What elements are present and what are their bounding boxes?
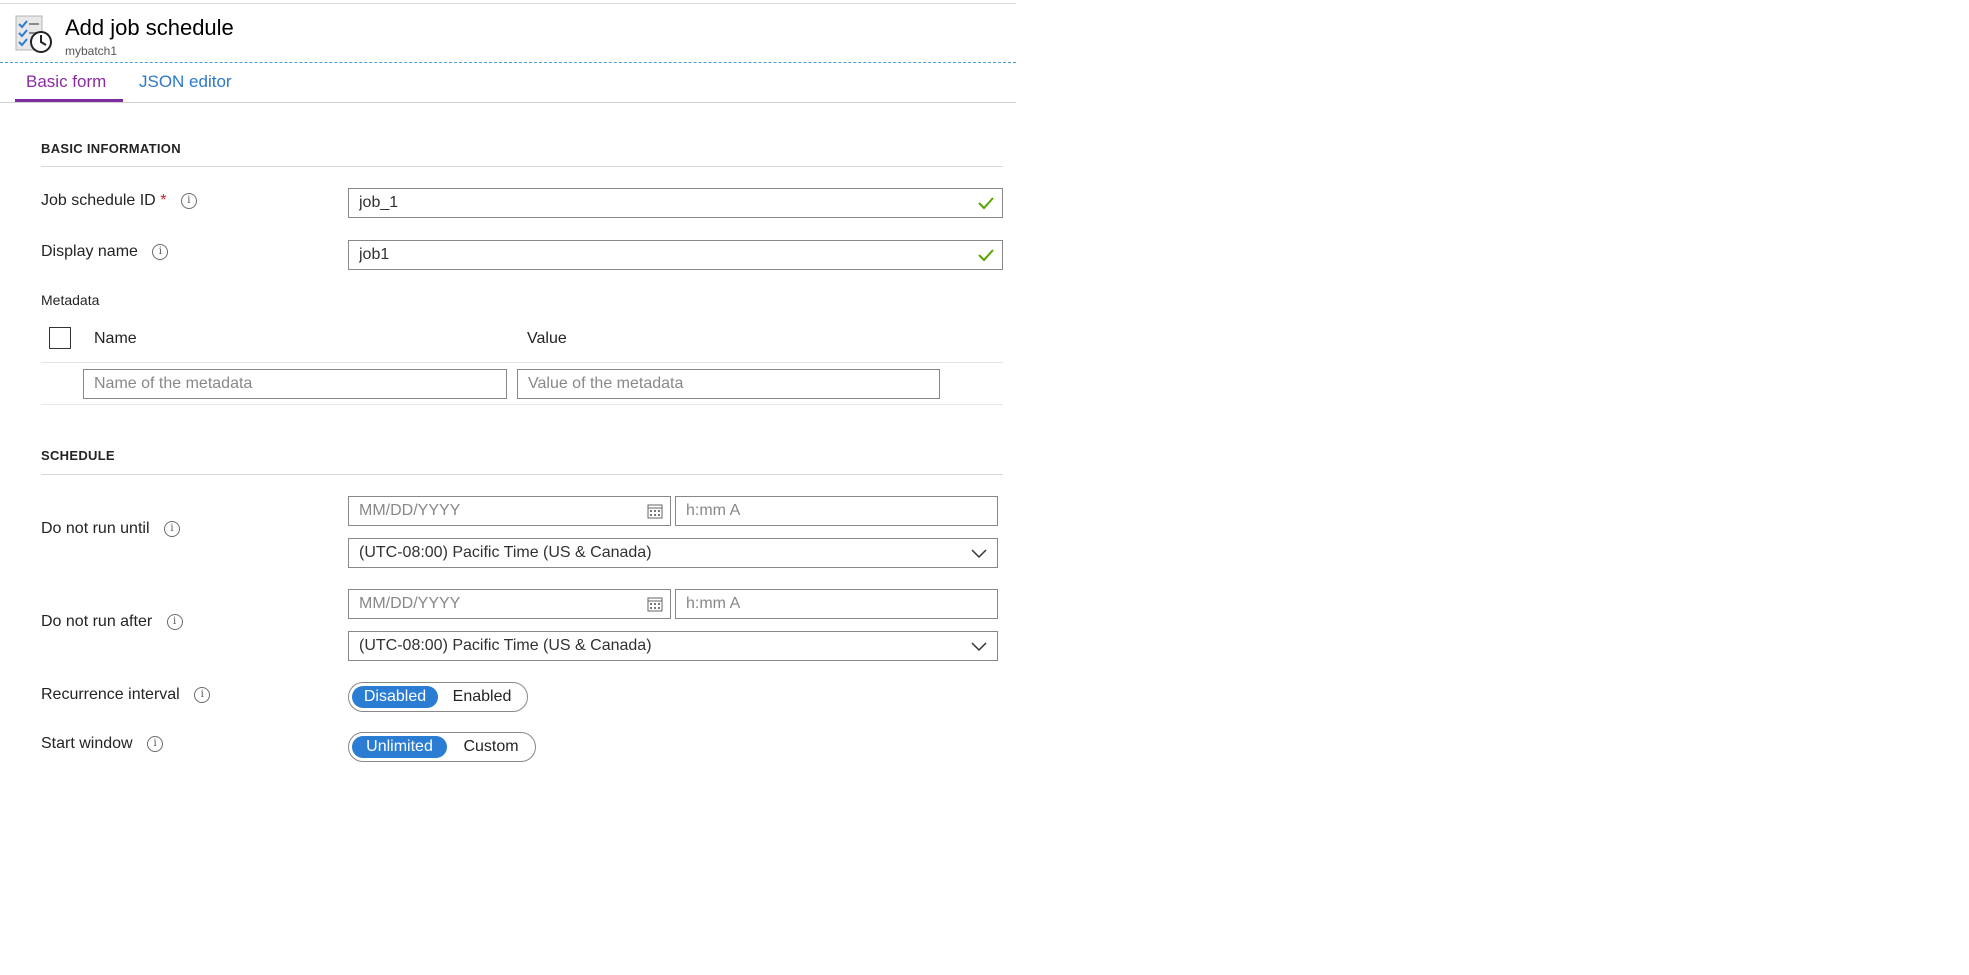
- recurrence-interval-label-text: Recurrence interval: [41, 686, 180, 703]
- metadata-value-input[interactable]: [517, 369, 940, 399]
- do-not-run-until-date-input[interactable]: [348, 496, 671, 526]
- info-icon[interactable]: i: [152, 244, 169, 260]
- do-not-run-until-timezone-dropdown[interactable]: (UTC-08:00) Pacific Time (US & Canada): [348, 538, 998, 568]
- valid-check-icon: [978, 197, 994, 210]
- section-divider: [41, 166, 1003, 167]
- display-name-label-text: Display name: [41, 243, 138, 260]
- section-title-schedule: SCHEDULE: [41, 448, 115, 463]
- info-icon[interactable]: i: [147, 736, 164, 752]
- blade-header: Add job schedule mybatch1: [0, 4, 1016, 63]
- job-schedule-id-input[interactable]: [348, 188, 1003, 218]
- info-icon[interactable]: i: [166, 614, 183, 630]
- chevron-down-icon: [971, 642, 987, 652]
- calendar-icon[interactable]: [647, 596, 663, 612]
- page-subtitle: mybatch1: [65, 44, 118, 58]
- metadata-label: Metadata: [41, 292, 100, 308]
- job-schedule-id-label-text: Job schedule ID: [41, 192, 156, 209]
- info-icon[interactable]: i: [194, 687, 211, 703]
- do-not-run-until-time-input[interactable]: [675, 496, 998, 526]
- do-not-run-until-label-text: Do not run until: [41, 520, 150, 537]
- info-icon[interactable]: i: [163, 521, 180, 537]
- tab-json-editor[interactable]: JSON editor: [139, 72, 232, 92]
- job-schedule-id-label: Job schedule ID * i: [41, 192, 197, 210]
- start-window-toggle: Unlimited Custom: [348, 732, 536, 762]
- do-not-run-until-label: Do not run until i: [41, 520, 180, 538]
- section-divider: [41, 474, 1003, 475]
- metadata-column-value: Value: [527, 330, 567, 347]
- page-title: Add job schedule: [65, 15, 234, 40]
- do-not-run-after-label-text: Do not run after: [41, 613, 153, 630]
- start-window-label-text: Start window: [41, 735, 133, 752]
- recurrence-disabled-option[interactable]: Disabled: [352, 686, 438, 708]
- schedule-icon: [15, 15, 52, 53]
- start-window-label: Start window i: [41, 735, 164, 753]
- metadata-name-input[interactable]: [83, 369, 507, 399]
- recurrence-interval-label: Recurrence interval i: [41, 686, 211, 704]
- metadata-row-divider: [41, 404, 1003, 405]
- metadata-select-all-checkbox[interactable]: [49, 327, 71, 349]
- required-marker: *: [160, 192, 167, 209]
- valid-check-icon: [978, 249, 994, 262]
- display-name-label: Display name i: [41, 243, 169, 261]
- recurrence-enabled-option[interactable]: Enabled: [441, 686, 523, 708]
- do-not-run-after-time-input[interactable]: [675, 589, 998, 619]
- info-icon[interactable]: i: [180, 193, 197, 209]
- display-name-input[interactable]: [348, 240, 1003, 270]
- metadata-column-name: Name: [94, 330, 137, 347]
- section-title-basic-information: BASIC INFORMATION: [41, 141, 181, 156]
- metadata-header-divider: [41, 362, 1003, 363]
- chevron-down-icon: [971, 549, 987, 559]
- tab-bar: Basic form JSON editor: [0, 64, 1016, 103]
- do-not-run-after-date-input[interactable]: [348, 589, 671, 619]
- tab-basic-form[interactable]: Basic form: [26, 72, 106, 92]
- do-not-run-after-timezone-dropdown[interactable]: (UTC-08:00) Pacific Time (US & Canada): [348, 631, 998, 661]
- calendar-icon[interactable]: [647, 503, 663, 519]
- active-tab-indicator: [15, 99, 123, 102]
- do-not-run-after-label: Do not run after i: [41, 613, 183, 631]
- timezone-selected-value: (UTC-08:00) Pacific Time (US & Canada): [359, 637, 652, 654]
- timezone-selected-value: (UTC-08:00) Pacific Time (US & Canada): [359, 544, 652, 561]
- start-window-unlimited-option[interactable]: Unlimited: [352, 736, 447, 758]
- start-window-custom-option[interactable]: Custom: [450, 736, 532, 758]
- recurrence-interval-toggle: Disabled Enabled: [348, 682, 528, 712]
